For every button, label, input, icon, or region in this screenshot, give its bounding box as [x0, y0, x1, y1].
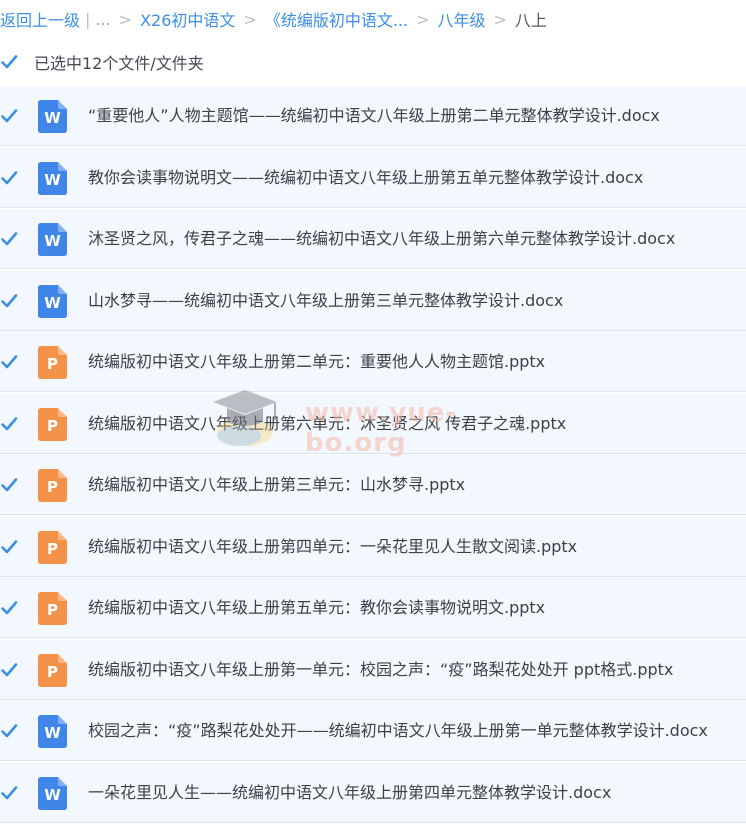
file-checkbox[interactable]: [0, 599, 18, 617]
file-row[interactable]: P 统编版初中语文八年级上册第一单元：校园之声：“疫”路梨花处处开 ppt格式.p…: [0, 639, 746, 700]
breadcrumb-divider: |: [85, 9, 91, 29]
checkmark-icon: [1, 478, 18, 492]
checkmark-icon: [1, 170, 18, 184]
word-file-icon: W: [38, 100, 67, 133]
file-row[interactable]: W 山水梦寻——统编初中语文八年级上册第三单元整体教学设计.docx: [0, 270, 746, 331]
breadcrumb-item-book[interactable]: 《统编版初中语文...: [265, 7, 408, 31]
breadcrumb-current: 八上: [514, 11, 547, 30]
file-row[interactable]: W “重要他人”人物主题馆——统编初中语文八年级上册第二单元整体教学设计.docx: [0, 86, 746, 146]
file-name[interactable]: 一朵花里见人生——统编初中语文八年级上册第四单元整体教学设计.docx: [88, 763, 611, 823]
file-row[interactable]: W 沐圣贤之风，传君子之魂——统编初中语文八年级上册第六单元整体教学设计.docx: [0, 209, 746, 269]
svg-text:W: W: [44, 786, 61, 804]
checkmark-icon: [1, 539, 18, 553]
file-name[interactable]: 统编版初中语文八年级上册第三单元：山水梦寻.pptx: [88, 455, 465, 515]
file-name[interactable]: 统编版初中语文八年级上册第四单元：一朵花里见人生散文阅读.pptx: [88, 517, 577, 577]
file-name[interactable]: 统编版初中语文八年级上册第六单元：沐圣贤之风 传君子之魂.pptx: [88, 394, 566, 454]
file-row[interactable]: P 统编版初中语文八年级上册第六单元：沐圣贤之风 传君子之魂.pptx: [0, 393, 746, 454]
file-row[interactable]: P 统编版初中语文八年级上册第二单元：重要他人人物主题馆.pptx: [0, 332, 746, 392]
file-row[interactable]: W 一朵花里见人生——统编初中语文八年级上册第四单元整体教学设计.docx: [0, 762, 746, 823]
checkmark-icon: [1, 355, 18, 369]
file-checkbox[interactable]: [0, 107, 18, 125]
breadcrumb-separator-icon: >: [493, 9, 507, 29]
file-row[interactable]: P 统编版初中语文八年级上册第四单元：一朵花里见人生散文阅读.pptx: [0, 516, 746, 577]
powerpoint-file-icon: P: [38, 407, 67, 441]
file-list: W “重要他人”人物主题馆——统编初中语文八年级上册第二单元整体教学设计.docx…: [0, 86, 746, 824]
svg-text:P: P: [47, 663, 58, 681]
file-name[interactable]: “重要他人”人物主题馆——统编初中语文八年级上册第二单元整体教学设计.docx: [88, 86, 660, 146]
file-name[interactable]: 山水梦寻——统编初中语文八年级上册第三单元整体教学设计.docx: [88, 271, 563, 331]
file-checkbox[interactable]: [0, 784, 18, 802]
checkmark-icon: [1, 662, 18, 676]
svg-text:W: W: [44, 171, 61, 189]
svg-text:W: W: [44, 294, 61, 312]
back-link[interactable]: 返回上一级: [0, 7, 80, 31]
checkmark-icon: [1, 724, 18, 738]
file-name[interactable]: 统编版初中语文八年级上册第五单元：教你会读事物说明文.pptx: [88, 578, 545, 638]
file-name[interactable]: 沐圣贤之风，传君子之魂——统编初中语文八年级上册第六单元整体教学设计.docx: [88, 209, 675, 269]
file-checkbox[interactable]: [0, 169, 18, 187]
checkmark-icon: [1, 416, 18, 430]
word-file-icon: W: [38, 715, 67, 748]
file-name[interactable]: 统编版初中语文八年级上册第二单元：重要他人人物主题馆.pptx: [88, 332, 545, 392]
file-row[interactable]: W 教你会读事物说明文——统编初中语文八年级上册第五单元整体教学设计.docx: [0, 147, 746, 208]
checkmark-icon: [1, 55, 18, 69]
file-checkbox[interactable]: [0, 661, 18, 679]
svg-text:P: P: [47, 601, 58, 619]
checkmark-icon: [1, 232, 18, 246]
svg-text:W: W: [44, 232, 61, 250]
file-checkbox[interactable]: [0, 353, 18, 371]
powerpoint-file-icon: P: [38, 530, 67, 564]
file-checkbox[interactable]: [0, 476, 18, 494]
svg-text:P: P: [47, 417, 58, 435]
powerpoint-file-icon: P: [38, 346, 67, 379]
file-checkbox[interactable]: [0, 415, 18, 433]
powerpoint-file-icon: P: [38, 469, 67, 502]
file-name[interactable]: 校园之声：“疫”路梨花处处开——统编初中语文八年级上册第一单元整体教学设计.do…: [88, 701, 708, 761]
word-file-icon: W: [38, 284, 67, 318]
powerpoint-file-icon: P: [38, 592, 67, 625]
checkmark-icon: [1, 109, 18, 123]
breadcrumb-separator-icon: >: [118, 9, 133, 29]
select-all-checkbox[interactable]: [0, 53, 18, 71]
breadcrumb-item-grade8[interactable]: 八年级: [437, 7, 485, 31]
svg-text:W: W: [44, 109, 61, 127]
breadcrumb-ellipsis[interactable]: ...: [95, 10, 110, 29]
word-file-icon: W: [38, 161, 67, 195]
svg-text:P: P: [47, 478, 58, 496]
svg-text:P: P: [47, 540, 58, 558]
file-row[interactable]: P 统编版初中语文八年级上册第五单元：教你会读事物说明文.pptx: [0, 578, 746, 638]
breadcrumb-separator-icon: >: [243, 9, 257, 29]
file-row[interactable]: W 校园之声：“疫”路梨花处处开——统编初中语文八年级上册第一单元整体教学设计.d…: [0, 701, 746, 761]
file-checkbox[interactable]: [0, 722, 18, 740]
file-checkbox[interactable]: [0, 292, 18, 310]
svg-text:P: P: [47, 355, 58, 373]
powerpoint-file-icon: P: [38, 653, 67, 687]
word-file-icon: W: [38, 223, 67, 256]
breadcrumb-item-x26[interactable]: X26初中语文: [140, 7, 235, 31]
checkmark-icon: [1, 601, 18, 615]
select-all-bar: 已选中12个文件/文件夹: [0, 44, 746, 80]
file-name[interactable]: 教你会读事物说明文——统编初中语文八年级上册第五单元整体教学设计.docx: [88, 148, 643, 208]
breadcrumb-separator-icon: >: [416, 9, 430, 29]
selection-count-label: 已选中12个文件/文件夹: [34, 54, 204, 73]
file-name[interactable]: 统编版初中语文八年级上册第一单元：校园之声：“疫”路梨花处处开 ppt格式.pp…: [88, 640, 673, 700]
file-row[interactable]: P 统编版初中语文八年级上册第三单元：山水梦寻.pptx: [0, 455, 746, 515]
checkmark-icon: [1, 785, 18, 799]
file-checkbox[interactable]: [0, 230, 18, 248]
breadcrumb: 返回上一级 | ... > X26初中语文 > 《统编版初中语文... > 八年…: [0, 0, 746, 38]
file-checkbox[interactable]: [0, 538, 18, 556]
svg-text:W: W: [44, 724, 61, 742]
checkmark-icon: [1, 293, 18, 307]
word-file-icon: W: [38, 776, 67, 810]
